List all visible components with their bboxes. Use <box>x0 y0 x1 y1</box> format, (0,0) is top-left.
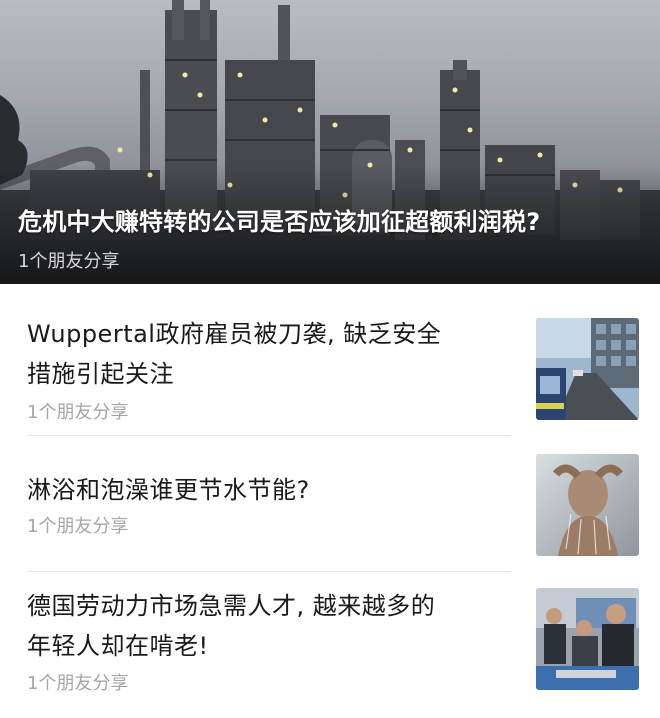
article-item-wuppertal[interactable]: Wuppertal政府雇员被刀袭, 缺乏安全 措施引起关注 1个朋友分享 <box>0 284 660 436</box>
thumbnail-workers <box>536 588 639 690</box>
share-count: 1个朋友分享 <box>27 673 129 694</box>
article-feed: 危机中大赚特转的公司是否应该加征超额利润税? 1个朋友分享 Wuppertal政… <box>0 0 660 718</box>
thumbnail-street-police <box>536 318 639 420</box>
share-count: 1个朋友分享 <box>27 516 129 537</box>
hero-article-card[interactable]: 危机中大赚特转的公司是否应该加征超额利润税? 1个朋友分享 <box>0 0 660 284</box>
article-title-line[interactable]: 德国劳动力市场急需人才, 越来越多的 <box>27 586 502 626</box>
article-title-line[interactable]: 年轻人却在啃老! <box>27 626 502 666</box>
article-title-line[interactable]: 措施引起关注 <box>27 354 502 394</box>
share-count: 1个朋友分享 <box>27 402 129 423</box>
article-title-line[interactable]: 淋浴和泡澡谁更节水节能? <box>27 470 502 510</box>
article-item-labor-market[interactable]: 德国劳动力市场急需人才, 越来越多的 年轻人却在啃老! 1个朋友分享 <box>0 572 660 718</box>
article-item-shower-bath[interactable]: 淋浴和泡澡谁更节水节能? 1个朋友分享 <box>0 436 660 572</box>
hero-article-title[interactable]: 危机中大赚特转的公司是否应该加征超额利润税? <box>18 205 648 239</box>
thumbnail-shower <box>536 454 639 556</box>
article-title-line[interactable]: Wuppertal政府雇员被刀袭, 缺乏安全 <box>27 314 502 354</box>
hero-share-count: 1个朋友分享 <box>18 251 120 272</box>
